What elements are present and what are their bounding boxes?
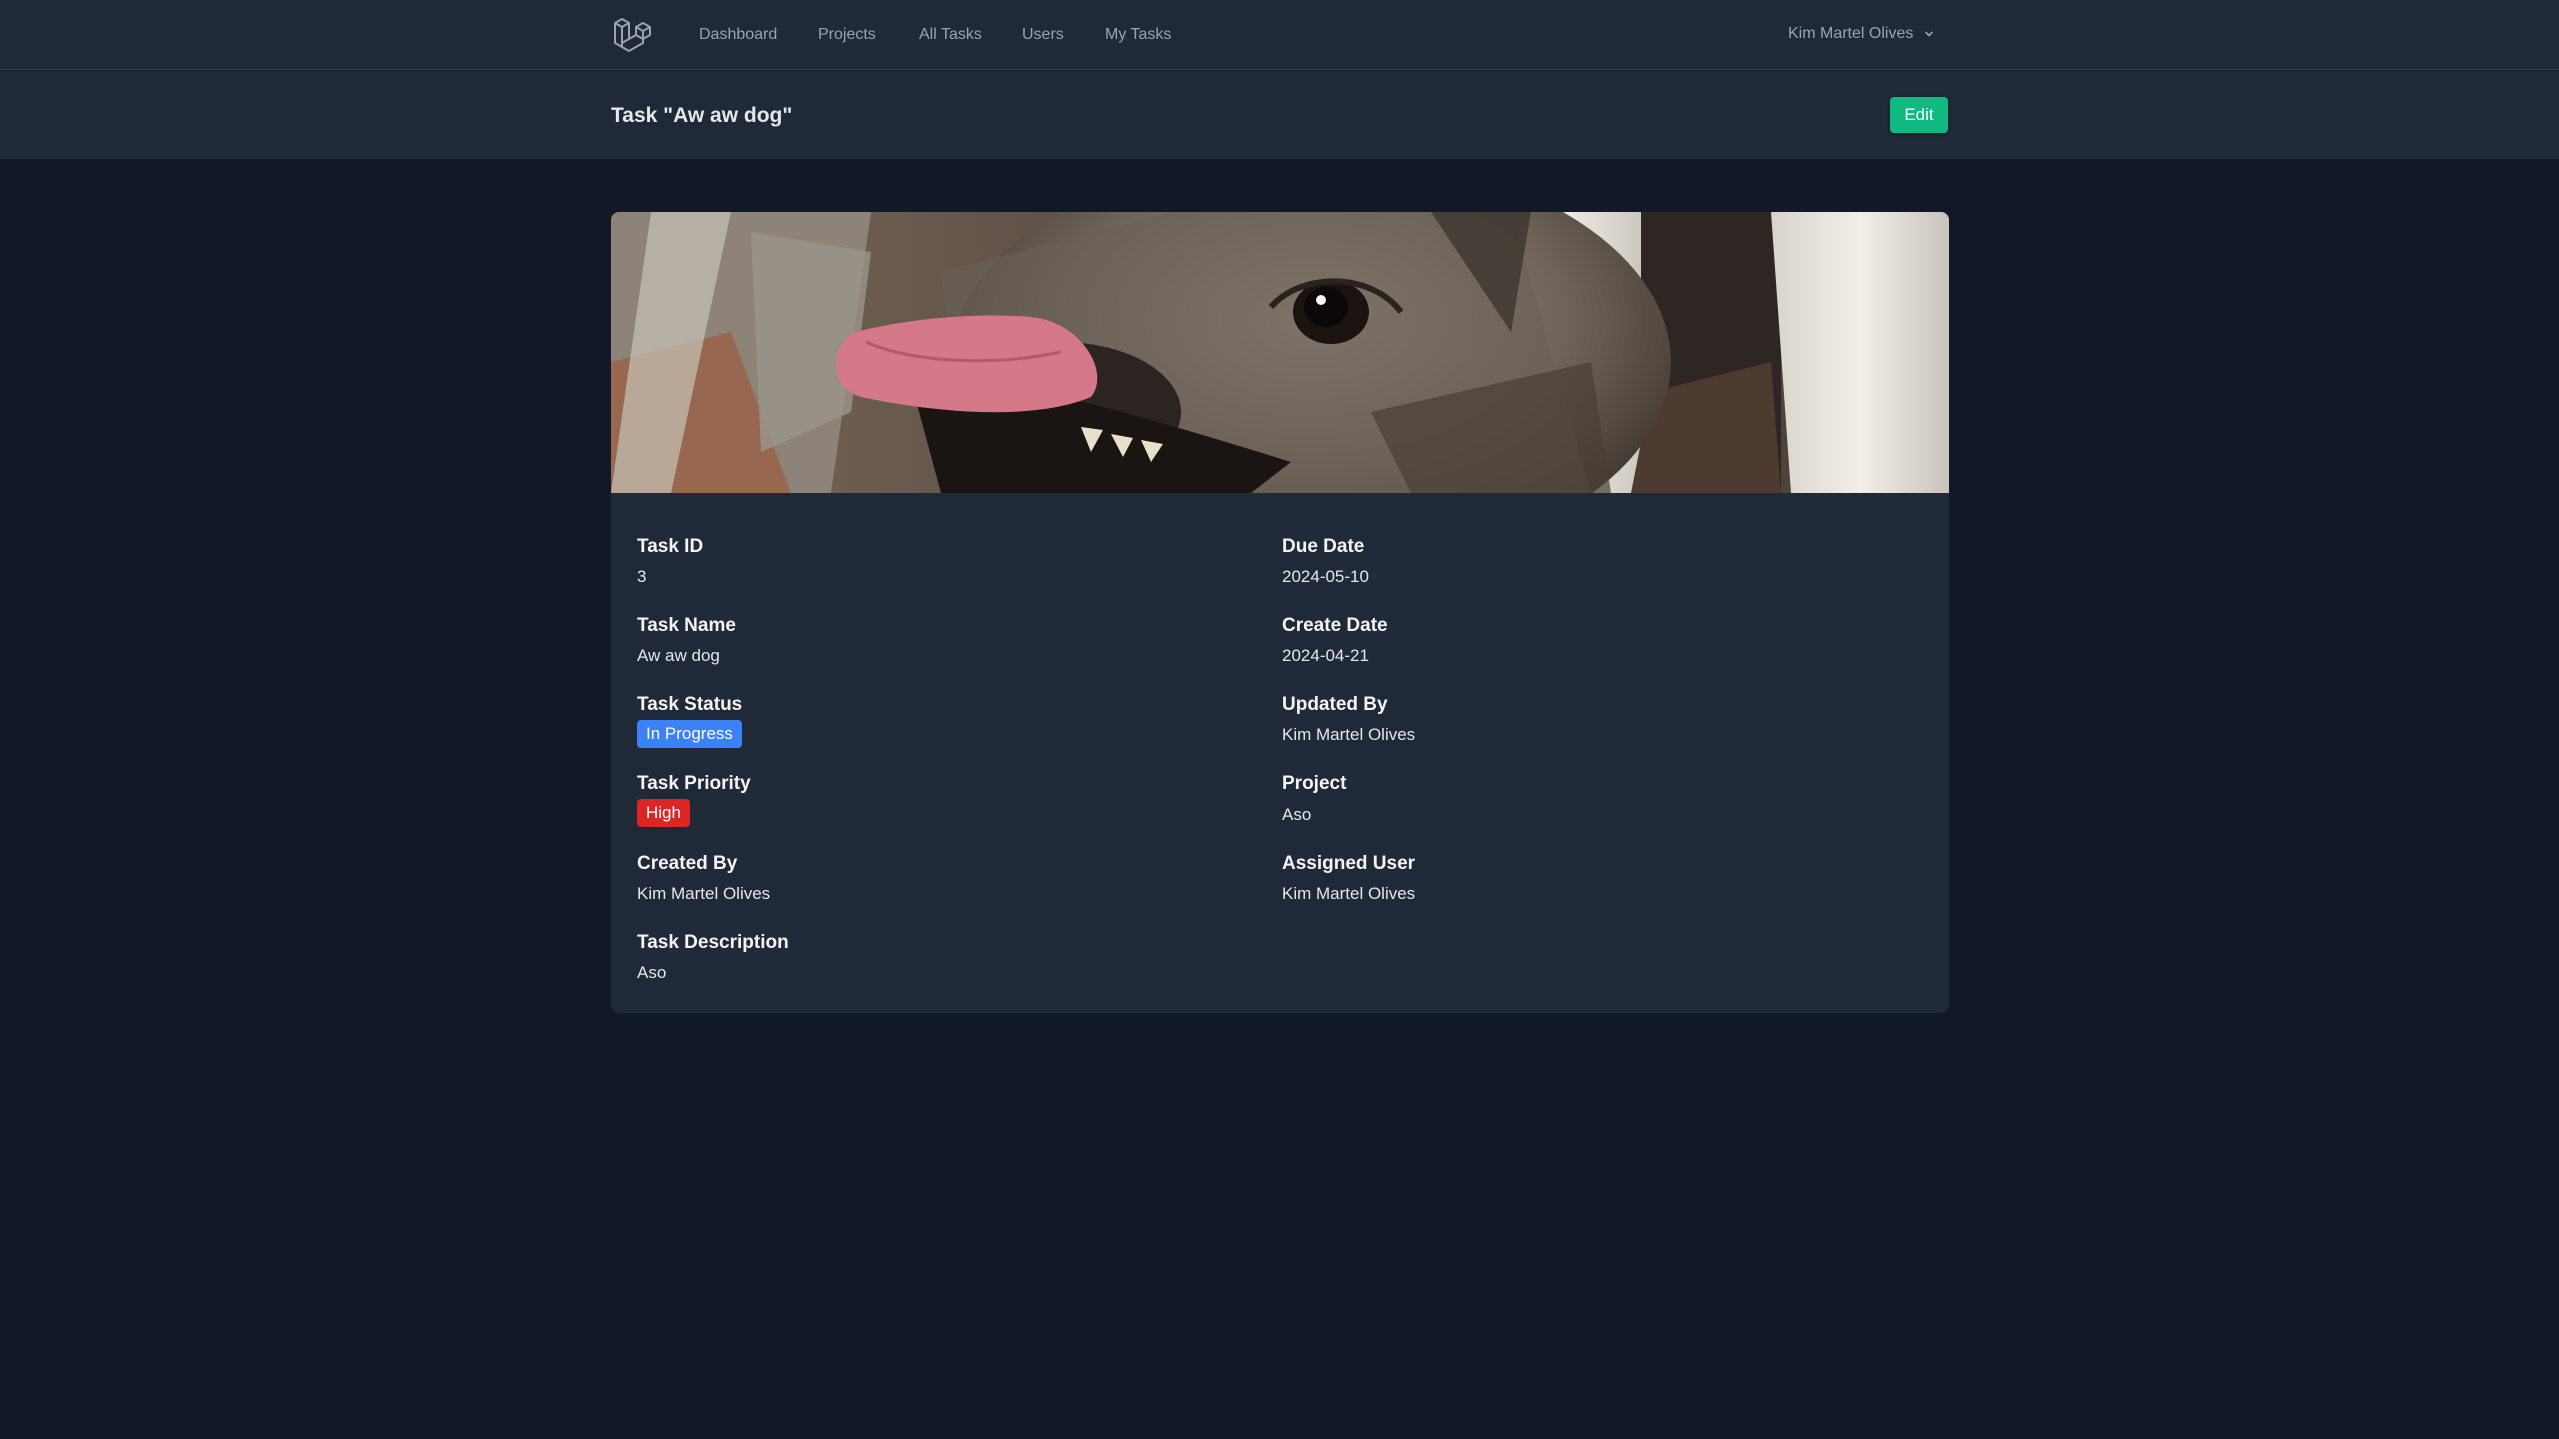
task-description-label: Task Description [637,932,789,953]
created-by-label: Created By [637,853,738,874]
due-date-label: Due Date [1282,536,1365,557]
nav-link-dashboard[interactable]: Dashboard [699,25,777,45]
create-date-value: 2024-04-21 [1282,646,1369,665]
edit-button[interactable]: Edit [1890,97,1948,133]
task-description-value: Aso [637,963,667,982]
task-id-value: 3 [637,567,647,586]
created-by-value: Kim Martel Olives [637,884,771,903]
nav-link-users[interactable]: Users [1022,25,1064,45]
top-navigation: Dashboard Projects All Tasks Users My Ta… [0,0,2559,70]
user-name: Kim Martel Olives [1788,25,1914,42]
updated-by-label: Updated By [1282,694,1388,715]
nav-link-my-tasks[interactable]: My Tasks [1105,25,1171,45]
assigned-user-value: Kim Martel Olives [1282,884,1416,903]
create-date-label: Create Date [1282,615,1388,636]
page-header: Task "Aw aw dog" Edit [0,71,2559,159]
task-detail-card: Task ID 3 Task Name Aw aw dog Task Statu… [611,212,1949,1013]
assigned-user-label: Assigned User [1282,853,1416,874]
task-name-value: Aw aw dog [637,646,720,665]
task-image [611,212,1949,493]
due-date-value: 2024-05-10 [1282,567,1369,586]
chevron-down-icon [1925,31,1934,37]
laravel-logo-icon[interactable] [612,17,652,55]
task-priority-label: Task Priority [637,773,751,794]
updated-by-value: Kim Martel Olives [1282,725,1416,744]
project-label: Project [1282,773,1347,794]
priority-badge: High [637,799,690,827]
project-value[interactable]: Aso [1282,804,1311,826]
task-name-label: Task Name [637,615,736,636]
status-badge: In Progress [637,720,742,748]
nav-link-projects[interactable]: Projects [818,25,876,45]
task-id-label: Task ID [637,536,704,557]
task-status-label: Task Status [637,694,743,715]
nav-link-all-tasks[interactable]: All Tasks [919,25,982,45]
user-menu-dropdown[interactable]: Kim Martel Olives [1788,24,1935,44]
page-title: Task "Aw aw dog" [611,104,793,127]
